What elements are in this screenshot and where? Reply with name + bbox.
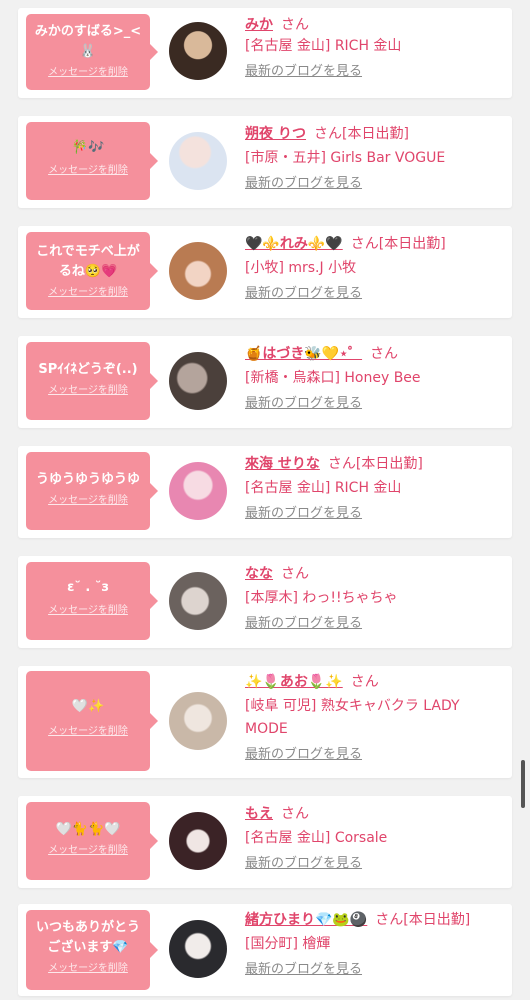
- avatar[interactable]: [169, 352, 227, 410]
- cast-name-link[interactable]: 緒方ひまり💎🐸🎱: [245, 912, 367, 928]
- message-bubble: みかのすばる>_<🐰 メッセージを削除: [26, 14, 158, 90]
- list-item: 🤍🐈🐈🤍 メッセージを削除 もえ さん [名古屋 金山] Corsale 最新のブ…: [18, 796, 512, 888]
- shop-name: [小牧] mrs.J 小牧: [245, 260, 357, 276]
- shop-name: [本厚木] わっ!!ちゃちゃ: [245, 590, 398, 606]
- message-text: いつもありがとうございます💎: [35, 920, 140, 955]
- cast-name-link[interactable]: なな: [245, 566, 273, 582]
- latest-blog-link[interactable]: 最新のブログを見る: [245, 746, 504, 764]
- delete-message-link[interactable]: メッセージを削除: [26, 384, 150, 398]
- delete-message-link[interactable]: メッセージを削除: [26, 286, 150, 300]
- list-item: これでモチベ上がるね🥺💗 メッセージを削除 🖤⚜️れみ⚜️🖤 さん[本日出勤] […: [18, 226, 512, 318]
- cast-name-link[interactable]: みか: [245, 17, 273, 33]
- cast-name-link[interactable]: 🖤⚜️れみ⚜️🖤: [245, 236, 343, 252]
- message-bubble: SPｲｲﾈどうぞ(..) メッセージを削除: [26, 342, 158, 420]
- message-bubble: いつもありがとうございます💎 メッセージを削除: [26, 910, 158, 990]
- list-item: 🎋🎶 メッセージを削除 朔夜 りつ さん[本日出勤] [市原・五井] Girls …: [18, 116, 512, 208]
- cast-name-link[interactable]: 朔夜 りつ: [245, 126, 306, 142]
- honorific: さん: [281, 566, 309, 582]
- shop-name: [名古屋 金山] RICH 金山: [245, 480, 402, 496]
- list-item: うゆうゆうゆうゆ メッセージを削除 來海 せりな さん[本日出勤] [名古屋 金山…: [18, 446, 512, 538]
- avatar[interactable]: [169, 812, 227, 870]
- status-badge: [本日出勤]: [378, 236, 446, 252]
- honorific: さん: [370, 346, 399, 362]
- delete-message-link[interactable]: メッセージを削除: [26, 962, 150, 976]
- cast-name-link[interactable]: 🍯はづき🐝💛⋆゜: [245, 346, 362, 362]
- delete-message-link[interactable]: メッセージを削除: [26, 725, 150, 739]
- latest-blog-link[interactable]: 最新のブログを見る: [245, 395, 504, 413]
- message-text: 🎋🎶: [71, 140, 105, 155]
- latest-blog-link[interactable]: 最新のブログを見る: [245, 615, 504, 633]
- message-bubble: 🎋🎶 メッセージを削除: [26, 122, 158, 200]
- avatar[interactable]: [169, 242, 227, 300]
- list-item: いつもありがとうございます💎 メッセージを削除 緒方ひまり💎🐸🎱 さん[本日出勤]…: [18, 904, 512, 996]
- honorific: さん: [281, 17, 309, 33]
- message-text: SPｲｲﾈどうぞ(..): [38, 362, 138, 377]
- honorific: さん: [375, 912, 404, 928]
- honorific: さん: [281, 806, 309, 822]
- delete-message-link[interactable]: メッセージを削除: [26, 66, 150, 80]
- message-bubble: これでモチベ上がるね🥺💗 メッセージを削除: [26, 232, 158, 310]
- honorific: さん: [350, 236, 379, 252]
- honorific: さん: [314, 126, 343, 142]
- latest-blog-link[interactable]: 最新のブログを見る: [245, 285, 504, 303]
- message-text: これでモチベ上がるね🥺💗: [36, 244, 140, 279]
- cast-name-link[interactable]: 來海 せりな: [245, 456, 320, 472]
- latest-blog-link[interactable]: 最新のブログを見る: [245, 961, 504, 979]
- message-bubble: 🤍✨ メッセージを削除: [26, 671, 158, 771]
- message-text: みかのすばる>_<🐰: [34, 24, 142, 59]
- delete-message-link[interactable]: メッセージを削除: [26, 604, 150, 618]
- list-item: ε˘ . ˘з メッセージを削除 なな さん [本厚木] わっ!!ちゃちゃ 最新の…: [18, 556, 512, 648]
- message-text: ε˘ . ˘з: [67, 580, 109, 595]
- latest-blog-link[interactable]: 最新のブログを見る: [245, 505, 504, 523]
- message-text: 🤍✨: [71, 699, 105, 714]
- list-item: みかのすばる>_<🐰 メッセージを削除 みか さん [名古屋 金山] RICH 金…: [18, 8, 512, 98]
- list-item: SPｲｲﾈどうぞ(..) メッセージを削除 🍯はづき🐝💛⋆゜ さん [新橋・烏森口…: [18, 336, 512, 428]
- shop-name: [市原・五井] Girls Bar VOGUE: [245, 150, 446, 166]
- honorific: さん: [350, 674, 379, 690]
- message-bubble: ε˘ . ˘з メッセージを削除: [26, 562, 158, 640]
- message-bubble: 🤍🐈🐈🤍 メッセージを削除: [26, 802, 158, 880]
- delete-message-link[interactable]: メッセージを削除: [26, 494, 150, 508]
- shop-name: [名古屋 金山] Corsale: [245, 830, 388, 846]
- cast-name-link[interactable]: もえ: [245, 806, 273, 822]
- avatar[interactable]: [169, 22, 227, 80]
- avatar[interactable]: [169, 132, 227, 190]
- delete-message-link[interactable]: メッセージを削除: [26, 164, 150, 178]
- status-badge: [本日出勤]: [342, 126, 409, 142]
- shop-name: [岐阜 可児] 熟女キャバクラ LADY MODE: [245, 698, 460, 737]
- avatar[interactable]: [169, 920, 227, 978]
- message-text: うゆうゆうゆうゆ: [35, 472, 140, 487]
- avatar[interactable]: [169, 572, 227, 630]
- scrollbar[interactable]: [521, 760, 525, 808]
- shop-name: [国分町] 檜輝: [245, 936, 331, 952]
- delete-message-link[interactable]: メッセージを削除: [26, 844, 150, 858]
- status-badge: [本日出勤]: [355, 456, 423, 472]
- latest-blog-link[interactable]: 最新のブログを見る: [245, 63, 504, 81]
- latest-blog-link[interactable]: 最新のブログを見る: [245, 855, 504, 873]
- avatar[interactable]: [169, 462, 227, 520]
- latest-blog-link[interactable]: 最新のブログを見る: [245, 175, 504, 193]
- cast-name-link[interactable]: ✨🌷あお🌷✨: [245, 674, 343, 690]
- honorific: さん: [327, 456, 356, 472]
- message-text: 🤍🐈🐈🤍: [55, 822, 121, 837]
- list-item: 🤍✨ メッセージを削除 ✨🌷あお🌷✨ さん [岐阜 可児] 熟女キャバクラ LAD…: [18, 666, 512, 778]
- shop-name: [新橋・烏森口] Honey Bee: [245, 370, 421, 386]
- message-bubble: うゆうゆうゆうゆ メッセージを削除: [26, 452, 158, 530]
- shop-name: [名古屋 金山] RICH 金山: [245, 38, 402, 54]
- status-badge: [本日出勤]: [403, 912, 471, 928]
- avatar[interactable]: [169, 692, 227, 750]
